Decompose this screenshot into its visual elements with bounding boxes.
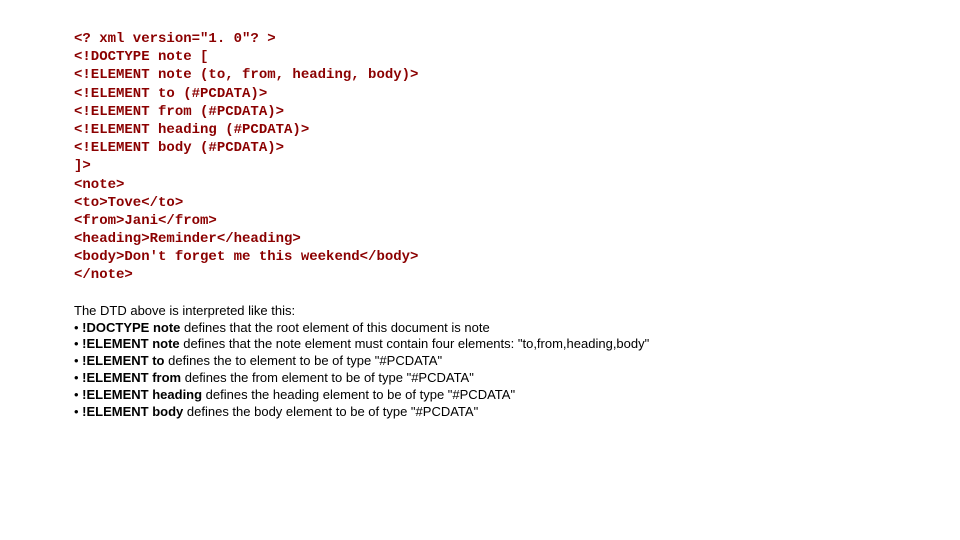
bullet-bold: !ELEMENT body (82, 404, 183, 419)
code-line-4: <!ELEMENT to (#PCDATA)> (74, 85, 960, 103)
explain-bullet-1: • !DOCTYPE note defines that the root el… (74, 320, 960, 337)
code-block: <? xml version="1. 0"? > <!DOCTYPE note … (74, 30, 960, 285)
code-line-2: <!DOCTYPE note [ (74, 48, 960, 66)
bullet-rest: defines the from element to be of type "… (181, 370, 474, 385)
bullet-prefix: • (74, 320, 82, 335)
bullet-rest: defines the to element to be of type "#P… (165, 353, 443, 368)
code-line-12: <heading>Reminder</heading> (74, 230, 960, 248)
explain-bullet-2: • !ELEMENT note defines that the note el… (74, 336, 960, 353)
code-line-1: <? xml version="1. 0"? > (74, 30, 960, 48)
bullet-rest: defines that the root element of this do… (180, 320, 489, 335)
code-line-5: <!ELEMENT from (#PCDATA)> (74, 103, 960, 121)
code-line-11: <from>Jani</from> (74, 212, 960, 230)
code-line-13: <body>Don't forget me this weekend</body… (74, 248, 960, 266)
bullet-prefix: • (74, 336, 82, 351)
explain-bullet-4: • !ELEMENT from defines the from element… (74, 370, 960, 387)
bullet-prefix: • (74, 387, 82, 402)
bullet-rest: defines the heading element to be of typ… (202, 387, 515, 402)
code-line-14: </note> (74, 266, 960, 284)
bullet-bold: !ELEMENT heading (82, 387, 202, 402)
explain-bullet-6: • !ELEMENT body defines the body element… (74, 404, 960, 421)
code-line-10: <to>Tove</to> (74, 194, 960, 212)
code-line-3: <!ELEMENT note (to, from, heading, body)… (74, 66, 960, 84)
explain-intro: The DTD above is interpreted like this: (74, 303, 960, 320)
bullet-rest: defines the body element to be of type "… (183, 404, 478, 419)
explain-bullet-3: • !ELEMENT to defines the to element to … (74, 353, 960, 370)
bullet-prefix: • (74, 370, 82, 385)
bullet-rest: defines that the note element must conta… (180, 336, 650, 351)
bullet-bold: !DOCTYPE note (82, 320, 180, 335)
code-line-7: <!ELEMENT body (#PCDATA)> (74, 139, 960, 157)
bullet-prefix: • (74, 404, 82, 419)
explanation-block: The DTD above is interpreted like this: … (74, 303, 960, 421)
code-line-8: ]> (74, 157, 960, 175)
code-line-9: <note> (74, 176, 960, 194)
bullet-prefix: • (74, 353, 82, 368)
bullet-bold: !ELEMENT note (82, 336, 180, 351)
bullet-bold: !ELEMENT to (82, 353, 164, 368)
bullet-bold: !ELEMENT from (82, 370, 181, 385)
code-line-6: <!ELEMENT heading (#PCDATA)> (74, 121, 960, 139)
explain-bullet-5: • !ELEMENT heading defines the heading e… (74, 387, 960, 404)
